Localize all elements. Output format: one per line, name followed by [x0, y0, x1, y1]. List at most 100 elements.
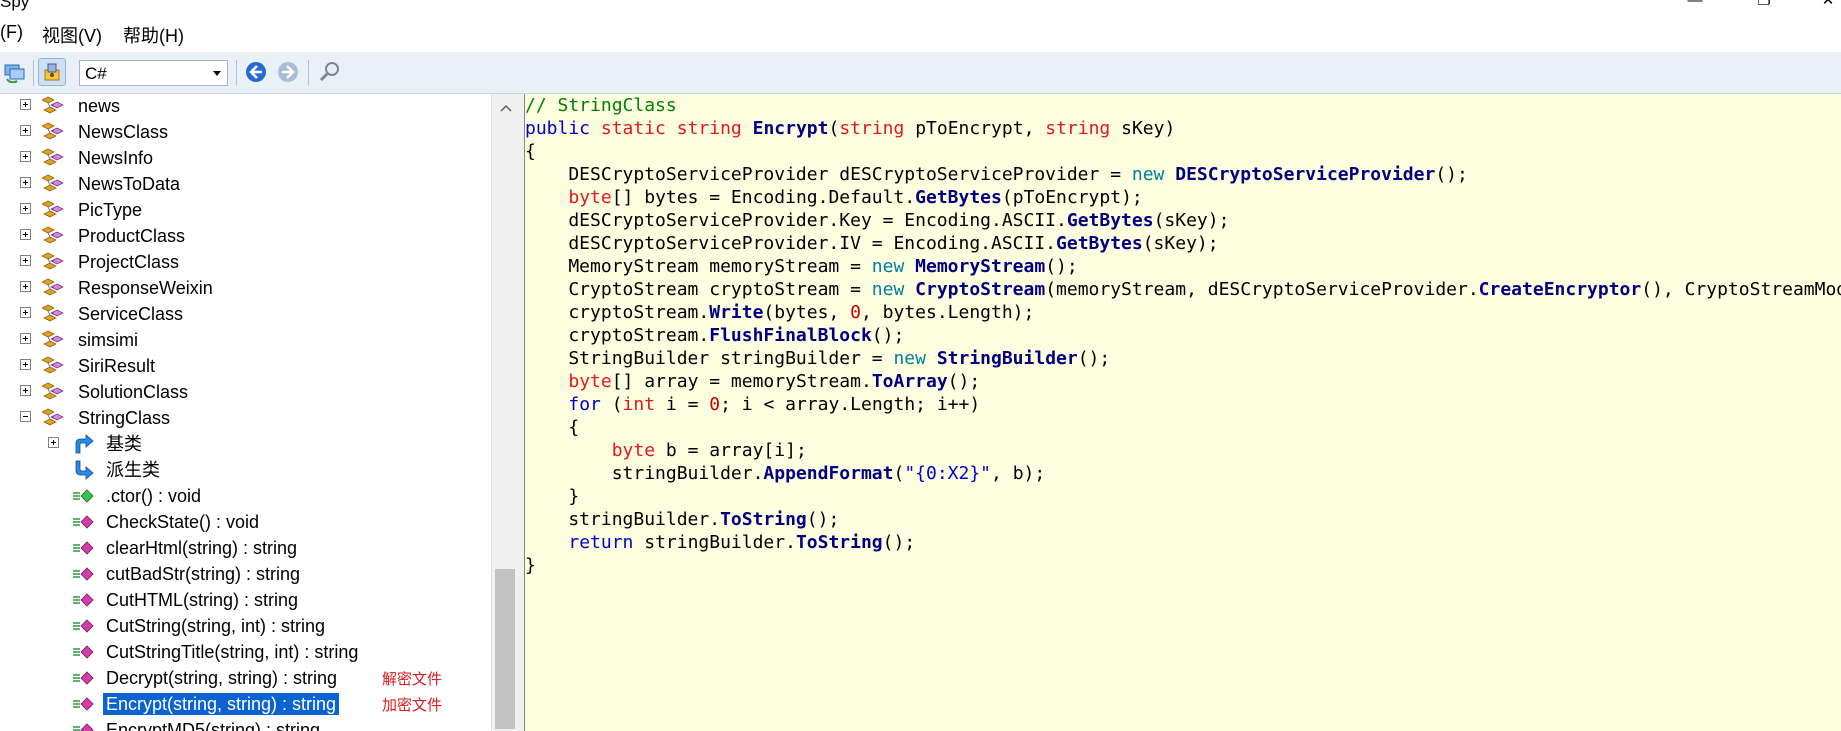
code-line: dESCryptoServiceProvider.IV = Encoding.A…	[525, 232, 1841, 255]
code-token: ();	[1077, 348, 1111, 369]
code-token: (), CryptoStreamMode.Write);	[1641, 279, 1841, 300]
expand-icon[interactable]	[48, 437, 59, 448]
tree-item[interactable]: StringClass	[0, 405, 490, 431]
tree-item[interactable]: CutString(string, int) : string	[0, 613, 490, 639]
back-button[interactable]	[242, 58, 270, 86]
menu-help[interactable]: 帮助(H)	[123, 22, 184, 48]
expand-icon[interactable]	[20, 99, 31, 110]
expand-icon[interactable]	[20, 229, 31, 240]
tree-item-label: CutHTML(string) : string	[106, 590, 299, 610]
tree-item[interactable]: Encrypt(string, string) : string 加密文件	[0, 691, 490, 717]
code-token: stringBuilder.	[633, 532, 796, 553]
expand-icon[interactable]	[20, 359, 31, 370]
collapse-icon[interactable]	[20, 411, 31, 422]
tree-item[interactable]: CheckState() : void	[0, 509, 490, 535]
maximize-button[interactable]: ❐	[1744, 0, 1784, 12]
tree-item[interactable]: 基类	[0, 431, 490, 457]
close-button[interactable]: ✕	[1808, 0, 1841, 12]
tree-item[interactable]: NewsInfo	[0, 145, 490, 171]
expand-icon[interactable]	[20, 385, 31, 396]
language-select[interactable]: C#	[79, 60, 228, 86]
tree-item[interactable]: clearHtml(string) : string	[0, 535, 490, 561]
code-line: }	[525, 485, 1841, 508]
tree-item[interactable]: Decrypt(string, string) : string 解密文件	[0, 665, 490, 691]
tree-item-label: StringClass	[78, 408, 171, 428]
assembly-tree[interactable]: news NewsClass NewsInfo NewsToData PicType Pr…	[0, 94, 518, 731]
refresh-button[interactable]	[1, 58, 29, 86]
tree-item[interactable]: CutHTML(string) : string	[0, 587, 490, 613]
forward-arrow-icon	[278, 62, 298, 82]
expand-icon[interactable]	[20, 203, 31, 214]
tree-item[interactable]: NewsToData	[0, 171, 490, 197]
method-icon	[72, 667, 96, 689]
code-line: return stringBuilder.ToString();	[525, 531, 1841, 554]
tree-item[interactable]: SiriResult	[0, 353, 490, 379]
code-token: cryptoStream.	[525, 302, 710, 323]
code-token: (sKey);	[1153, 210, 1230, 231]
expand-icon[interactable]	[20, 125, 31, 136]
forward-button[interactable]	[274, 58, 302, 86]
code-token: new	[871, 279, 905, 300]
code-token: DESCryptoServiceProvider	[1175, 164, 1436, 185]
tree-item[interactable]: SolutionClass	[0, 379, 490, 405]
tree-item[interactable]: ResponseWeixin	[0, 275, 490, 301]
tree-item[interactable]: cutBadStr(string) : string	[0, 561, 490, 587]
tree-item-label: .ctor() : void	[106, 486, 202, 506]
search-button[interactable]	[316, 58, 344, 86]
tree-item-label: EncryptMD5(string) : string	[106, 720, 321, 731]
scroll-up-button[interactable]	[492, 96, 519, 120]
tree-item[interactable]: ServiceClass	[0, 301, 490, 327]
class-icon	[41, 381, 66, 403]
tree-item[interactable]: EncryptMD5(string) : string	[0, 717, 490, 731]
code-line: byte[] bytes = Encoding.Default.GetBytes…	[525, 186, 1841, 209]
code-token: }	[525, 486, 580, 507]
code-line: public static string Encrypt(string pToE…	[525, 117, 1841, 140]
tree-item-label: PicType	[78, 200, 143, 220]
tree-item[interactable]: 派生类	[0, 457, 490, 483]
code-token: // StringClass	[525, 95, 677, 116]
tree-item[interactable]: CutStringTitle(string, int) : string	[0, 639, 490, 665]
code-view[interactable]: // StringClass public static string Encry…	[524, 94, 1841, 731]
tree-item[interactable]: .ctor() : void	[0, 483, 490, 509]
expand-icon[interactable]	[20, 177, 31, 188]
class-icon	[41, 225, 66, 247]
code-token: {	[525, 141, 536, 162]
tree-item[interactable]: ProductClass	[0, 223, 490, 249]
minimize-button[interactable]: —	[1675, 0, 1715, 12]
method-icon	[72, 563, 96, 585]
class-icon	[41, 407, 66, 429]
expand-icon[interactable]	[20, 151, 31, 162]
code-token: ();	[1045, 256, 1078, 277]
code-token: return	[568, 532, 634, 553]
tree-scrollbar[interactable]	[491, 94, 518, 731]
menu-file[interactable]: (F)	[0, 22, 23, 43]
scroll-thumb[interactable]	[495, 569, 515, 729]
tree-item-label: Decrypt(string, string) : string	[106, 668, 338, 688]
code-token: GetBytes	[915, 187, 1002, 208]
expand-icon[interactable]	[20, 333, 31, 344]
assembly-button[interactable]	[38, 58, 66, 86]
class-icon	[41, 173, 66, 195]
code-token: (sKey);	[1142, 233, 1219, 254]
tree-item[interactable]: simsimi	[0, 327, 490, 353]
tree-item[interactable]: PicType	[0, 197, 490, 223]
code-token: , b);	[991, 463, 1046, 484]
class-icon	[41, 199, 66, 221]
code-token: MemoryStream memoryStream =	[525, 256, 872, 277]
code-token: (	[893, 463, 905, 484]
menu-view[interactable]: 视图(V)	[42, 22, 102, 48]
code-token: (memoryStream, dESCryptoServiceProvider.	[1045, 279, 1479, 300]
code-token: ();	[947, 371, 981, 392]
derived-types-icon	[72, 459, 96, 481]
tree-item[interactable]: NewsClass	[0, 119, 490, 145]
chevron-down-icon	[213, 71, 221, 76]
expand-icon[interactable]	[20, 281, 31, 292]
tree-item[interactable]: news	[0, 94, 490, 119]
expand-icon[interactable]	[20, 255, 31, 266]
tree-item[interactable]: ProjectClass	[0, 249, 490, 275]
expand-icon[interactable]	[20, 307, 31, 318]
code-token: byte	[568, 187, 612, 208]
